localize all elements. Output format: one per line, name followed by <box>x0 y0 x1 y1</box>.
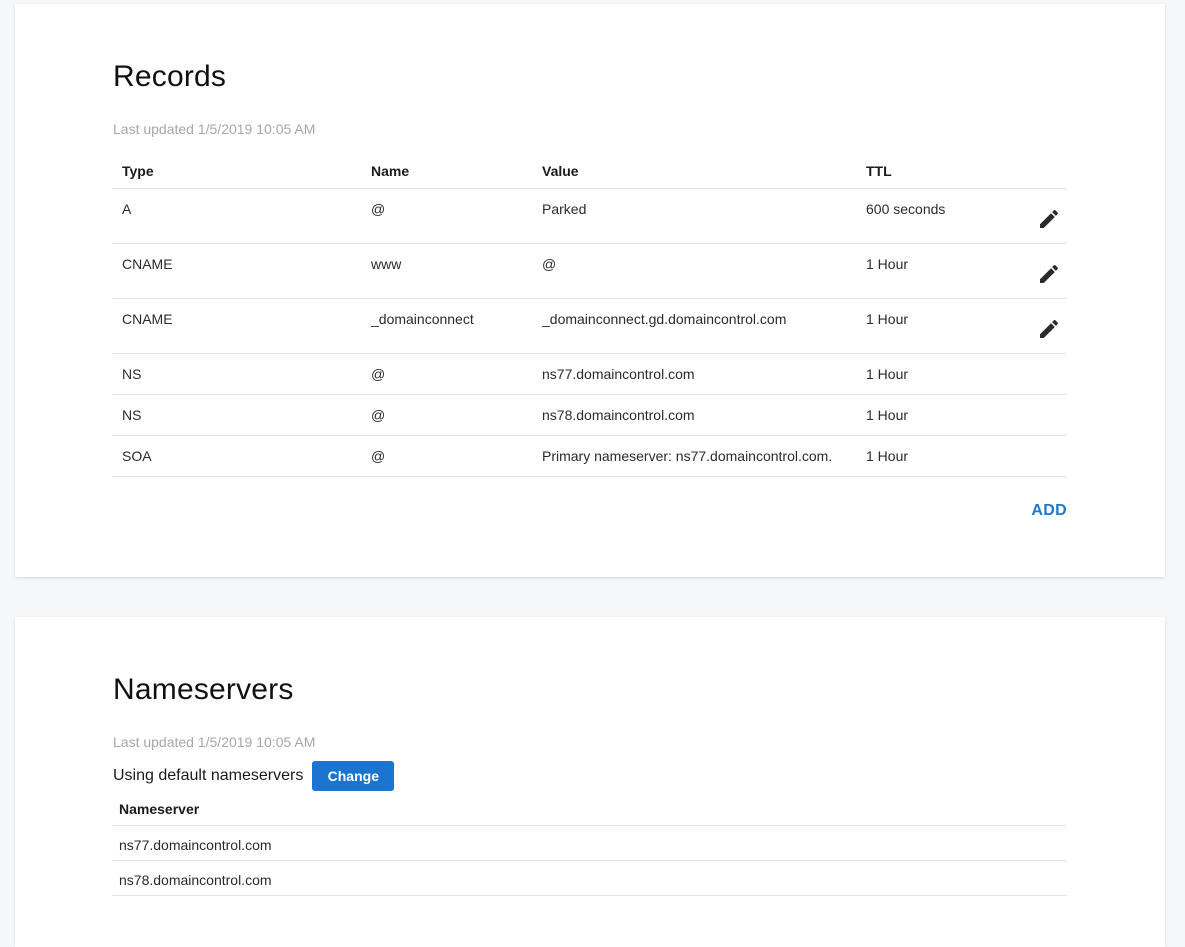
record-row: NS @ ns77.domaincontrol.com 1 Hour <box>112 354 1067 395</box>
nameserver-row: ns77.domaincontrol.com <box>112 826 1067 861</box>
record-ttl: 1 Hour <box>866 311 909 327</box>
record-name: @ <box>371 366 386 382</box>
record-row: CNAME _domainconnect _domainconnect.gd.d… <box>112 299 1067 354</box>
pencil-icon <box>1040 264 1059 283</box>
record-name: @ <box>371 201 386 217</box>
record-value: @ <box>542 256 557 272</box>
record-ttl: 1 Hour <box>866 256 909 272</box>
record-value: _domainconnect.gd.domaincontrol.com <box>542 311 787 327</box>
nameserver-status-text: Using default nameservers <box>113 767 304 784</box>
nameserver-value: ns77.domaincontrol.com <box>119 837 272 853</box>
record-ttl: 1 Hour <box>866 448 909 464</box>
nameserver-status: Using default nameservers Change <box>113 761 395 791</box>
record-row: NS @ ns78.domaincontrol.com 1 Hour <box>112 395 1067 436</box>
record-value: Primary nameserver: ns77.domaincontrol.c… <box>542 448 833 464</box>
record-name: @ <box>371 448 386 464</box>
nameservers-table: Nameserver ns77.domaincontrol.com ns78.d… <box>112 795 1067 896</box>
records-card: Records Last updated 1/5/2019 10:05 AM T… <box>15 4 1165 577</box>
record-name: _domainconnect <box>371 311 474 327</box>
records-table: Type Name Value TTL A @ Parked 600 secon… <box>112 150 1067 477</box>
column-header-value[interactable]: Value <box>542 163 842 179</box>
nameservers-title: Nameservers <box>113 673 294 706</box>
add-record-button[interactable]: ADD <box>1031 502 1067 520</box>
pencil-icon <box>1040 319 1059 338</box>
record-type: CNAME <box>122 311 173 327</box>
record-ttl: 600 seconds <box>866 201 946 217</box>
column-header-ttl[interactable]: TTL <box>866 163 996 179</box>
record-row: SOA @ Primary nameserver: ns77.domaincon… <box>112 436 1067 477</box>
column-header-type[interactable]: Type <box>122 163 352 179</box>
record-value: Parked <box>542 201 587 217</box>
records-title: Records <box>113 60 227 93</box>
nameserver-value: ns78.domaincontrol.com <box>119 872 272 888</box>
record-ttl: 1 Hour <box>866 366 909 382</box>
nameserver-row: ns78.domaincontrol.com <box>112 861 1067 896</box>
records-last-updated: Last updated 1/5/2019 10:05 AM <box>113 121 316 137</box>
edit-record-button[interactable] <box>1035 315 1063 343</box>
record-type: NS <box>122 407 142 423</box>
record-name: www <box>371 256 402 272</box>
record-value: ns78.domaincontrol.com <box>542 407 695 423</box>
record-row: CNAME www @ 1 Hour <box>112 244 1067 299</box>
edit-record-button[interactable] <box>1035 260 1063 288</box>
edit-record-button[interactable] <box>1035 205 1063 233</box>
records-table-header: Type Name Value TTL <box>112 150 1067 189</box>
nameservers-table-header: Nameserver <box>112 795 1067 826</box>
column-header-name[interactable]: Name <box>371 163 531 179</box>
record-type: A <box>122 201 132 217</box>
record-row: A @ Parked 600 seconds <box>112 189 1067 244</box>
change-nameservers-button[interactable]: Change <box>312 761 395 791</box>
column-header-nameserver: Nameserver <box>119 801 200 817</box>
record-type: SOA <box>122 448 152 464</box>
record-value: ns77.domaincontrol.com <box>542 366 695 382</box>
record-type: CNAME <box>122 256 173 272</box>
pencil-icon <box>1040 209 1059 228</box>
record-ttl: 1 Hour <box>866 407 909 423</box>
nameservers-card: Nameservers Last updated 1/5/2019 10:05 … <box>15 617 1165 947</box>
record-name: @ <box>371 407 386 423</box>
nameservers-last-updated: Last updated 1/5/2019 10:05 AM <box>113 734 316 750</box>
record-type: NS <box>122 366 142 382</box>
